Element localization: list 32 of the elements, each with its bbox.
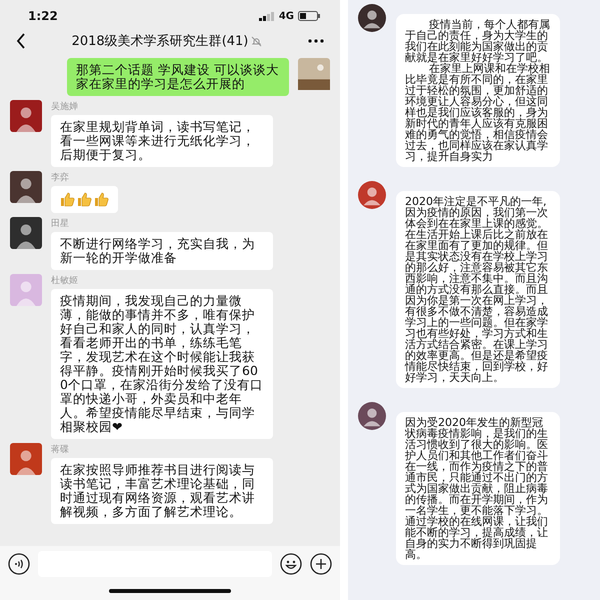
message-bubble: 那第二个话题 学风建设 可以谈谈大家在家里的学习是怎么开展的 (67, 58, 289, 96)
message-paragraph: 2020年注定是不平凡的一年,因为疫情的原因，我们第一次体会到在在家里上课的感觉。在生活开始上课后比之前放在在家里面有了更加的规律。但是其实状态没有在学校上学习的那么好，注意容易被其它东西影响，注意不集中。而且沟通的方式没有那么直接。而且因为你是第一次在网上学习，有很多不做不清楚，容易造成学习上的一些问题。但在家学习也有些好处，学习方式和生活方式结合紧密。在课上学习的效率更高。但是还是希望疫情能尽快结束，回到学校，好好学习，天天向上。 (405, 196, 549, 383)
message-paragraph: 在家里上网课和在学校相比毕竟是有所不同的，在家里过于轻松的氛围，更加舒适的环境更让人容易分心，但这同样也是我们应该客服的，身为新时代的青年人应该有克服困难的勇气的觉悟，相信疫情会过去，也同样应该在家认真学习，提升自身实力 (405, 63, 551, 162)
thumbs-up-icon (77, 192, 92, 207)
emoji-icon[interactable] (280, 553, 302, 575)
avatar[interactable] (10, 171, 42, 203)
signal-icon (258, 12, 275, 20)
battery-icon (298, 11, 320, 21)
sender-name: 杜敏姬 (51, 274, 79, 287)
thumbs-up-icon (60, 192, 75, 207)
plus-icon[interactable] (310, 553, 332, 575)
message-paragraph: 因为受2020年发生的新型冠状病毒疫情影响，是我们的生活习惯收到了很大的影响。医护人员们和其他工作者们奋斗在一线，而作为疫情之下的普通市民，只能通过不出门的方式为国家做出贡献，阻止病毒的传播。而在开学期间，作为一名学生，更不能落下学习。通过学校的在线网课，让我们能不断的学习，提高成绩，让自身的实力不断得到巩固提高。 (405, 417, 549, 560)
message-bubble: 疫情期间，我发现自己的力量微薄，能做的事情并不多，唯有保护好自己和家人的同时，认真学习，看看老师开出的书单，练练毛笔字，发现艺术在这个时候能让我获得平静。疫情刚开始时候我买了600个口罩，在家沿街分发给了没有口罩的快递小哥，外卖员和中老年人。希望疫情能尽早结束，与同学相聚校园❤ (51, 289, 273, 439)
network-label: 4G (278, 10, 294, 22)
chat-title: 2018级美术学系研究生群(41) (72, 33, 248, 50)
message-bubble: 在家里规划背单词，读书写笔记，看一些网课等来进行无纸化学习，后期便于复习。 (51, 115, 273, 167)
message-bubble: 不断进行网络学习，充实自我，为新一轮的开学做准备 (51, 232, 273, 270)
sender-name: 蒋碟 (51, 444, 70, 456)
voice-icon[interactable] (8, 553, 30, 575)
sender-name: 李弈 (51, 171, 70, 184)
more-icon[interactable] (308, 39, 324, 43)
status-time: 1:22 (28, 9, 58, 23)
avatar[interactable] (10, 217, 42, 249)
sender-name: 田星 (51, 218, 70, 230)
message-paragraph: 疫情当前，每个人都有属于自己的责任，身为大学生的我们在此刻能为国家做出的贡献就是在家里好好学习了吧。 (405, 19, 551, 63)
avatar[interactable] (358, 4, 386, 32)
message-bubble: 在家按照导师推荐书目进行阅读与读书笔记，丰富艺术理论基础，同时通过现有网络资源，观看艺术讲解视频，多方面了解艺术理论。 (51, 458, 273, 524)
thumbs-up-icon (94, 192, 109, 207)
sender-name: 吴施婵 (51, 100, 79, 113)
avatar[interactable] (358, 402, 386, 430)
avatar[interactable] (298, 58, 330, 90)
back-icon[interactable] (16, 33, 26, 49)
